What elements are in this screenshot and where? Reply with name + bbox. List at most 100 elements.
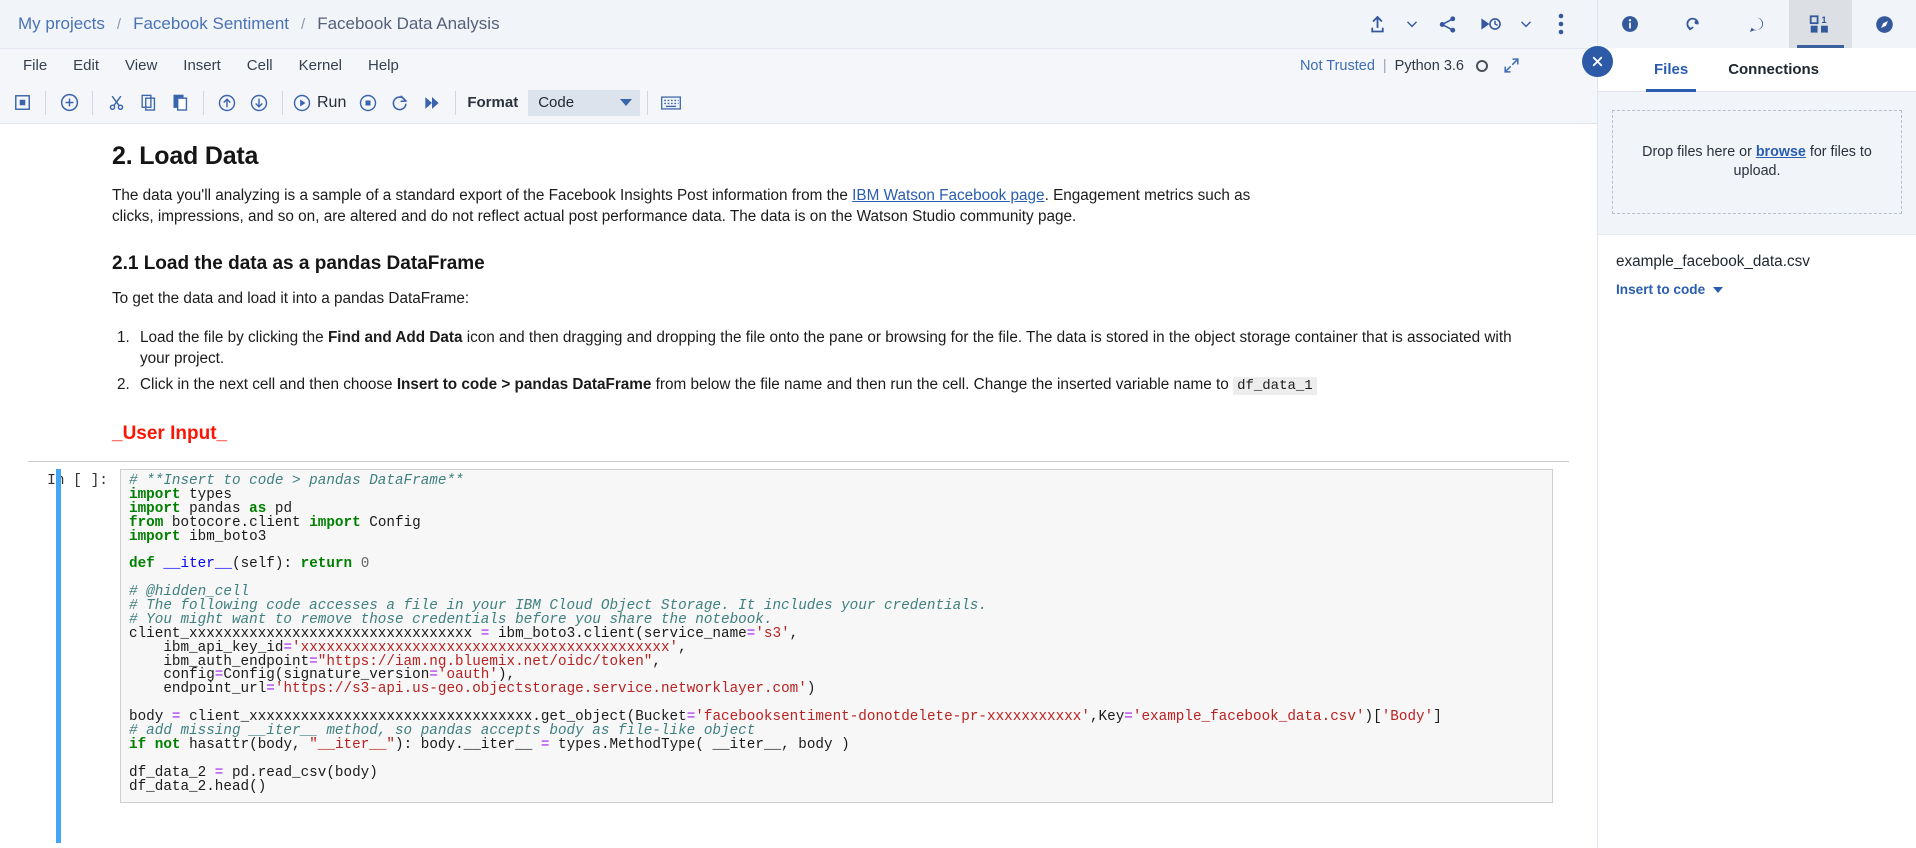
toolbar-divider [455, 90, 457, 115]
code-token: not [154, 736, 181, 753]
history-icon[interactable] [1662, 0, 1726, 48]
cut-cell-button[interactable] [100, 88, 132, 118]
kebab-menu-icon[interactable] [1539, 4, 1583, 44]
watson-studio-notebook-window: My projects / Facebook Sentiment / Faceb… [0, 0, 1916, 848]
breadcrumb-bar: My projects / Facebook Sentiment / Faceb… [0, 0, 1597, 48]
notebook-body[interactable]: 2. Load Data The data you'll analyzing i… [0, 124, 1597, 848]
breadcrumb-item-my-projects[interactable]: My projects [18, 14, 105, 34]
panel-icon-rail: 1 [1597, 0, 1916, 48]
chevron-down-icon [1713, 286, 1724, 293]
add-cell-button[interactable] [53, 88, 85, 118]
code-cell[interactable]: In [ ]: # **Insert to code > pandas Data… [28, 461, 1569, 844]
kernel-name: Python 3.6 [1394, 57, 1464, 74]
code-token: = [1124, 709, 1133, 726]
file-dropzone[interactable]: Drop files here or browse for files to u… [1612, 110, 1902, 214]
info-icon[interactable] [1598, 0, 1662, 48]
list-item: Load the file by clicking the Find and A… [134, 327, 1529, 369]
code-token: (self): [231, 556, 301, 573]
insert-to-code-label: Insert to code [1616, 282, 1706, 297]
code-editor[interactable]: # **Insert to code > pandas DataFrame** i… [120, 469, 1553, 804]
code-line: endpoint_url='https://s3-api.us-geo.obje… [129, 681, 1544, 698]
compass-icon[interactable] [1852, 0, 1916, 48]
kernel-idle-circle-icon [1476, 59, 1488, 72]
tab-connections[interactable]: Connections [1708, 48, 1839, 91]
code-line: def __iter__(self): return 0 [129, 556, 1544, 573]
paste-cell-button[interactable] [164, 88, 196, 118]
step2-inline-code: df_data_1 [1233, 377, 1317, 395]
run-all-button[interactable] [416, 88, 448, 118]
panel-tabs: Files Connections [1598, 48, 1916, 92]
upload-chevron-down-icon[interactable] [1399, 4, 1425, 44]
move-cell-up-button[interactable] [211, 88, 243, 118]
run-cell-button[interactable]: Run [290, 93, 352, 113]
browse-link[interactable]: browse [1756, 144, 1806, 160]
code-line: df_data_2 = pd.read_csv(body) [129, 766, 1544, 781]
keyboard-shortcuts-button[interactable] [655, 88, 687, 118]
markdown-cell-load-data[interactable]: 2. Load Data The data you'll analyzing i… [28, 142, 1569, 445]
save-button[interactable] [6, 88, 38, 118]
list-item[interactable]: example_facebook_data.csv Insert to code [1616, 253, 1898, 297]
step2-emphasis: Insert to code > pandas DataFrame [396, 376, 652, 393]
menu-help[interactable]: Help [355, 53, 412, 78]
comment-icon[interactable] [1725, 0, 1789, 48]
expand-icon[interactable] [1502, 56, 1521, 75]
toolbar-divider [45, 90, 46, 115]
menu-file[interactable]: File [10, 53, 60, 78]
share-icon[interactable] [1425, 4, 1469, 44]
page-title: 2. Load Data [112, 142, 259, 170]
kernel-divider: | [1382, 57, 1387, 74]
run-label: Run [317, 93, 347, 111]
stop-kernel-button[interactable] [352, 88, 384, 118]
cell-selection-bar [56, 469, 61, 844]
intro-paragraph: The data you'll analyzing is a sample of… [112, 185, 1272, 227]
code-token: 'Body' [1381, 709, 1434, 726]
run-history-chevron-down-icon[interactable] [1513, 4, 1539, 44]
code-token: )[ [1364, 709, 1382, 726]
trust-status[interactable]: Not Trusted [1300, 58, 1375, 74]
code-token: = [266, 681, 275, 698]
code-token: hasattr(body, [180, 736, 310, 753]
code-token: "__iter__" [309, 736, 396, 753]
run-history-icon[interactable] [1469, 4, 1513, 44]
code-token: ,Key [1089, 709, 1125, 726]
restart-kernel-button[interactable] [384, 88, 416, 118]
data-assets-badge-count: 1 [1821, 14, 1826, 25]
menu-edit[interactable]: Edit [60, 53, 112, 78]
toolbar-divider [647, 90, 649, 115]
menu-cell[interactable]: Cell [234, 53, 286, 78]
file-list: example_facebook_data.csv Insert to code [1598, 234, 1916, 297]
menu-view[interactable]: View [112, 53, 170, 78]
upload-icon[interactable] [1355, 4, 1399, 44]
notebook-menubar: File Edit View Insert Cell Kernel Help N… [0, 48, 1597, 82]
ibm-watson-facebook-link[interactable]: IBM Watson Facebook page [852, 187, 1044, 204]
insert-to-code-dropdown[interactable]: Insert to code [1616, 282, 1898, 297]
breadcrumb-separator: / [301, 15, 306, 33]
notebook-inner: 2. Load Data The data you'll analyzing i… [0, 142, 1597, 844]
breadcrumb-actions [1355, 4, 1583, 44]
code-token: , [678, 639, 687, 656]
breadcrumb-item-facebook-sentiment[interactable]: Facebook Sentiment [133, 14, 289, 34]
code-token: return [300, 556, 353, 573]
toolbar-divider [282, 90, 283, 115]
tab-files[interactable]: Files [1634, 48, 1708, 92]
chevron-down-icon [620, 99, 633, 106]
code-line: import types [129, 488, 1544, 503]
notebook-toolbar: Run Format Code [0, 82, 1597, 124]
breadcrumb: My projects / Facebook Sentiment / Faceb… [18, 14, 500, 34]
copy-cell-button[interactable] [132, 88, 164, 118]
cell-format-select[interactable]: Code [528, 89, 641, 116]
code-token: , [789, 625, 799, 642]
code-token: types.MethodType( __iter__, body ) [549, 736, 850, 753]
close-panel-button[interactable] [1582, 46, 1613, 77]
menu-kernel[interactable]: Kernel [286, 53, 355, 78]
upload-section: Drop files here or browse for files to u… [1598, 92, 1916, 234]
move-cell-down-button[interactable] [243, 88, 275, 118]
menu-insert[interactable]: Insert [170, 53, 234, 78]
step1-emphasis: Find and Add Data [327, 329, 463, 346]
code-token: 0 [360, 556, 370, 573]
breadcrumb-separator: / [116, 15, 122, 33]
code-line: # **Insert to code > pandas DataFrame** [129, 474, 1544, 489]
data-assets-icon[interactable]: 1 [1788, 0, 1853, 48]
